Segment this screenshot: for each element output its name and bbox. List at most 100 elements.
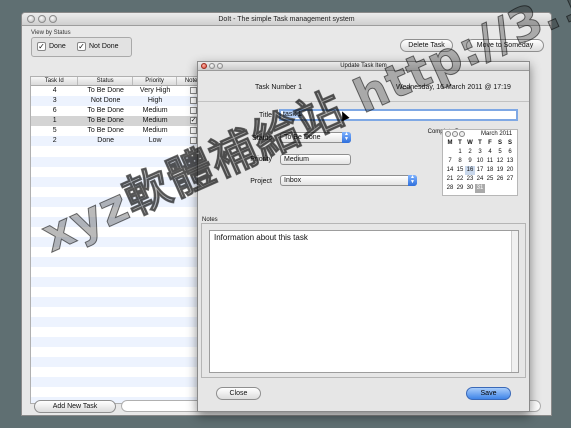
calendar-day [485, 184, 495, 193]
table-row[interactable]: 4 To Be Done Very High [31, 86, 209, 96]
calendar-day[interactable]: 15 [455, 166, 465, 175]
add-new-task-button[interactable]: Add New Task [34, 400, 116, 413]
calendar-day[interactable]: 4 [485, 148, 495, 157]
calendar-day[interactable]: 2 [465, 148, 475, 157]
done-label: Done [49, 43, 66, 50]
calendar-month: March 2011 [481, 131, 513, 137]
table-row[interactable]: 6 To Be Done Medium [31, 106, 209, 116]
complete-by-calendar[interactable]: March 2011 M T W T F S S 1 2 3 4 5 6 7 8 9 10 11 12 13 14 15 1… [442, 129, 518, 196]
calendar-day[interactable]: 9 [465, 157, 475, 166]
close-window-icon[interactable] [27, 15, 35, 23]
calendar-grid: M T W T F S S 1 2 3 4 5 6 7 8 9 10 11 12 13 14 15 16 17 18 19 20 21… [445, 139, 515, 193]
notes-checkbox[interactable]: ✓ [189, 116, 197, 124]
calendar-day[interactable]: 29 [455, 184, 465, 193]
cell-priority: Medium [142, 127, 168, 134]
calendar-day[interactable]: 5 [495, 148, 505, 157]
view-by-status-group: View by Status ✓ Done ✓ Not Done [31, 30, 132, 57]
calendar-day[interactable]: 6 [505, 148, 515, 157]
cell-task-id: 2 [52, 137, 57, 144]
cell-task-id: 3 [52, 97, 57, 104]
cell-task-id: 6 [52, 107, 57, 114]
calendar-day[interactable]: 26 [495, 175, 505, 184]
calendar-day-header: W [467, 140, 473, 146]
cell-priority: Medium [142, 117, 168, 124]
calendar-day[interactable]: 19 [495, 166, 505, 175]
today-icon[interactable] [452, 131, 458, 137]
filter-not-done[interactable]: ✓ Not Done [77, 42, 119, 51]
cell-status: To Be Done [87, 117, 124, 124]
cell-task-id: 1 [52, 117, 57, 124]
notes-scrollbar[interactable] [511, 231, 518, 372]
calendar-day[interactable]: 30 [465, 184, 475, 193]
zoom-window-icon[interactable] [49, 15, 57, 23]
cell-priority: Very High [139, 87, 171, 94]
calendar-day[interactable]: 14 [445, 166, 455, 175]
notes-box: Information about this task [201, 223, 526, 378]
cell-priority: Medium [142, 107, 168, 114]
done-checkbox[interactable]: ✓ [37, 42, 46, 51]
calendar-day[interactable]: 7 [445, 157, 455, 166]
calendar-day[interactable]: 13 [505, 157, 515, 166]
cell-status: Not Done [90, 97, 121, 104]
notes-checkbox[interactable] [189, 96, 197, 104]
prev-month-icon[interactable] [445, 131, 451, 137]
header-task-id[interactable]: Task Id [31, 77, 79, 85]
notes-checkbox[interactable] [189, 106, 197, 114]
calendar-day[interactable]: 16 [465, 166, 475, 175]
calendar-day-header: S [497, 140, 502, 146]
table-row[interactable]: 5 To Be Done Medium [31, 126, 209, 136]
cell-status: Done [97, 137, 115, 144]
notes-checkbox[interactable] [189, 86, 197, 94]
calendar-day[interactable]: 20 [505, 166, 515, 175]
calendar-day[interactable]: 23 [465, 175, 475, 184]
close-button[interactable]: Close [216, 387, 261, 400]
table-row[interactable]: 1 To Be Done Medium ✓ [31, 116, 209, 126]
calendar-day[interactable]: 12 [495, 157, 505, 166]
header-priority[interactable]: Priority [133, 77, 178, 85]
cell-status: To Be Done [87, 87, 124, 94]
calendar-day[interactable]: 21 [445, 175, 455, 184]
not-done-label: Not Done [89, 43, 119, 50]
calendar-day[interactable]: 27 [505, 175, 515, 184]
next-month-icon[interactable] [459, 131, 465, 137]
calendar-day-header: T [458, 140, 462, 146]
calendar-day-header: S [507, 140, 512, 146]
dialog-close-icon[interactable] [201, 63, 207, 69]
calendar-day-header: T [478, 140, 482, 146]
calendar-day[interactable]: 8 [455, 157, 465, 166]
calendar-day[interactable]: 3 [475, 148, 485, 157]
calendar-day[interactable]: 1 [455, 148, 465, 157]
save-button[interactable]: Save [466, 387, 511, 400]
cell-status: To Be Done [87, 107, 124, 114]
dialog-window-controls [201, 63, 223, 69]
filter-done[interactable]: ✓ Done [37, 42, 66, 51]
cell-task-id: 5 [52, 127, 57, 134]
project-popup[interactable]: Inbox ▲ ▼ [280, 175, 417, 186]
calendar-day[interactable]: 25 [485, 175, 495, 184]
minimize-window-icon[interactable] [38, 15, 46, 23]
calendar-day[interactable]: 11 [485, 157, 495, 166]
calendar-day[interactable]: 28 [445, 184, 455, 193]
status-filter-box: ✓ Done ✓ Not Done [31, 37, 132, 57]
calendar-day[interactable]: 17 [475, 166, 485, 175]
table-row[interactable]: 3 Not Done High [31, 96, 209, 106]
dialog-minimize-icon[interactable] [209, 63, 215, 69]
calendar-day-header: F [488, 140, 492, 146]
calendar-day [505, 184, 515, 193]
calendar-day[interactable]: 22 [455, 175, 465, 184]
popup-arrows-icon: ▲ ▼ [408, 175, 417, 186]
notes-textarea[interactable]: Information about this task [209, 230, 519, 373]
calendar-day [445, 148, 455, 157]
window-controls [27, 15, 57, 23]
cell-status: To Be Done [87, 127, 124, 134]
calendar-day[interactable]: 31 [475, 184, 485, 193]
calendar-day[interactable]: 18 [485, 166, 495, 175]
calendar-day[interactable]: 24 [475, 175, 485, 184]
cell-priority: High [147, 97, 163, 104]
calendar-day[interactable]: 10 [475, 157, 485, 166]
header-status[interactable]: Status [78, 77, 133, 85]
notes-value: Information about this task [214, 233, 308, 242]
dialog-zoom-icon[interactable] [217, 63, 223, 69]
not-done-checkbox[interactable]: ✓ [77, 42, 86, 51]
calendar-day [495, 184, 505, 193]
